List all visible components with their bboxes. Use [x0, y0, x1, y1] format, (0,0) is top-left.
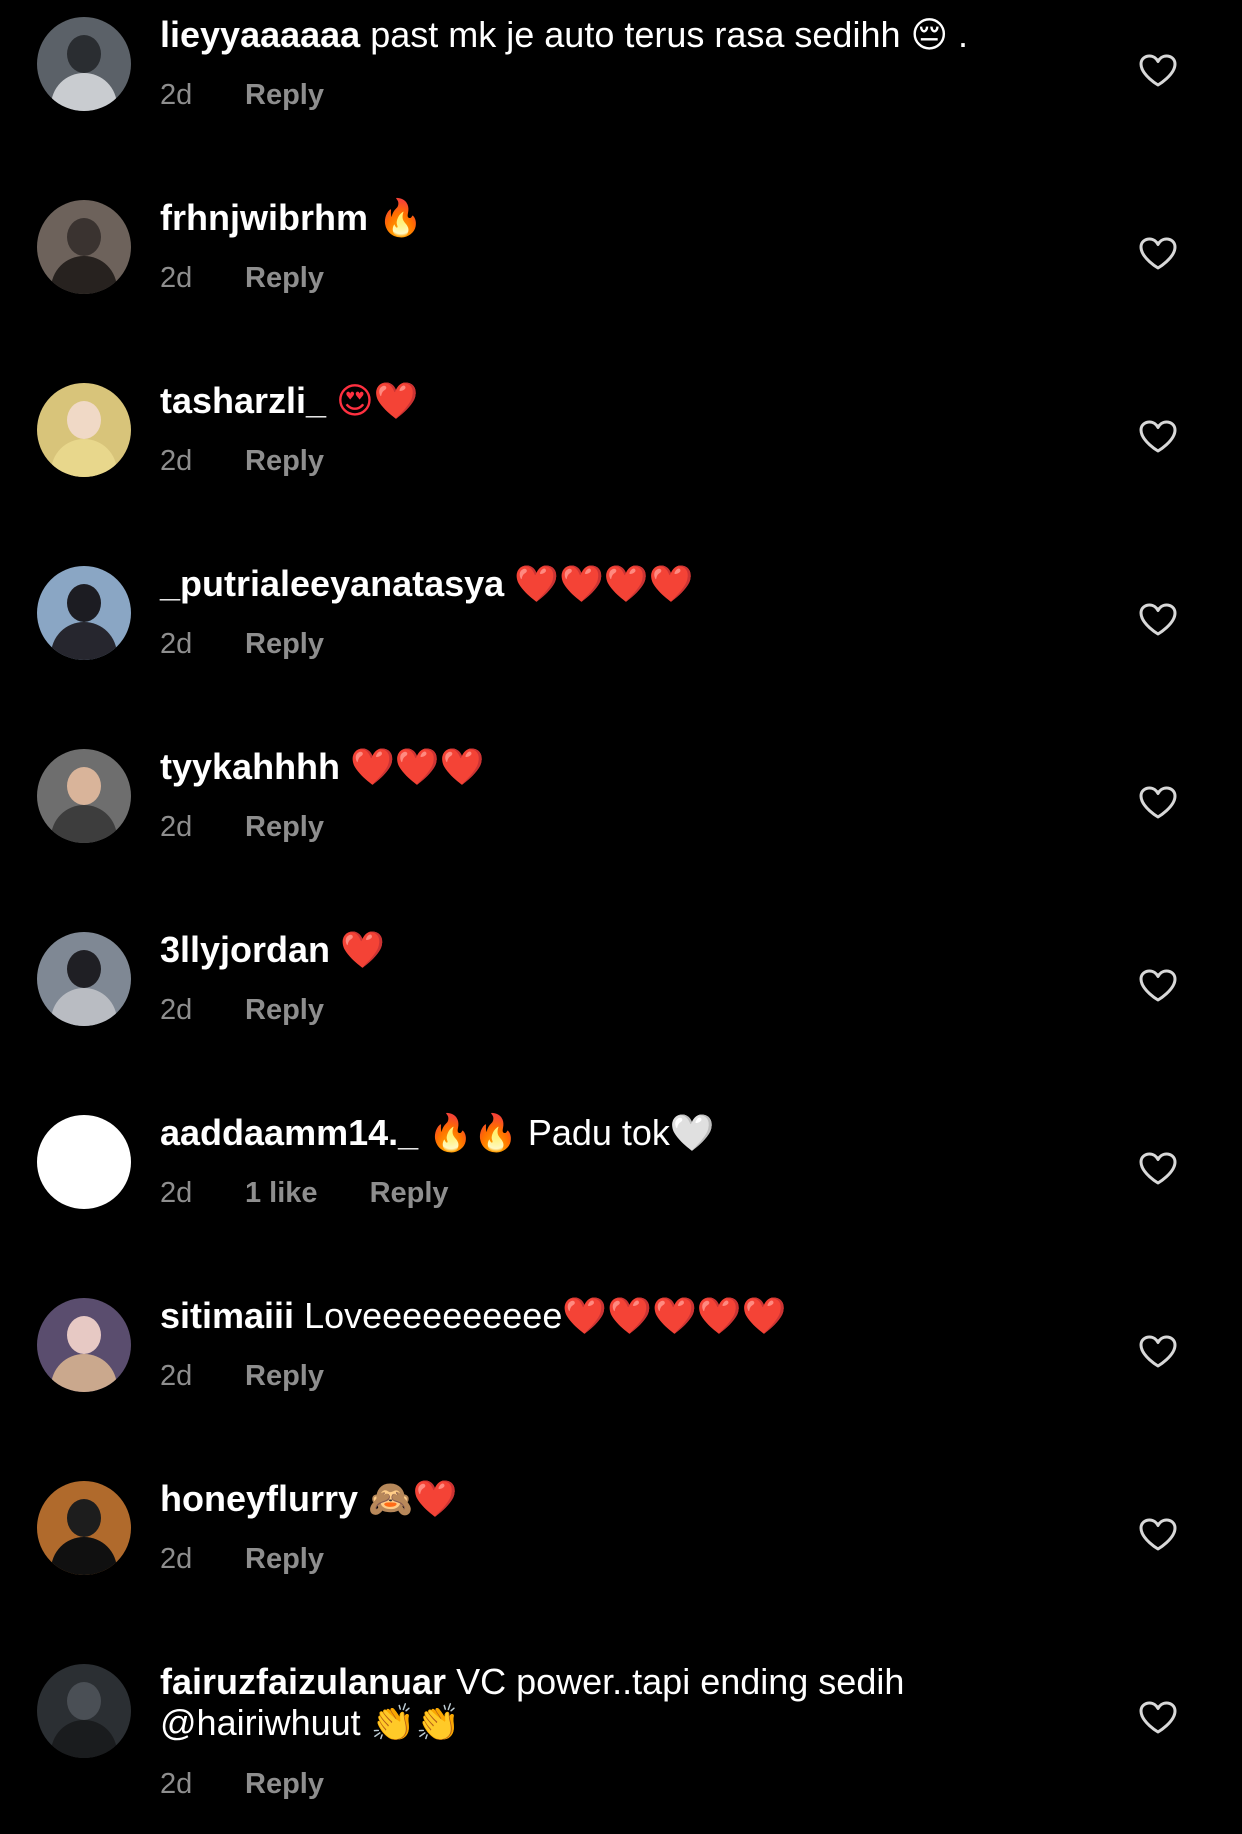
heart-icon[interactable] [1139, 237, 1177, 271]
comment-username[interactable]: lieyyaaaaaa [160, 14, 360, 55]
reply-button[interactable]: Reply [245, 1360, 324, 1392]
comment-text: ❤️ [340, 930, 385, 971]
avatar[interactable] [37, 200, 131, 294]
heart-icon[interactable] [1139, 969, 1177, 1003]
heart-icon[interactable] [1139, 1701, 1177, 1735]
comment-time: 2d [160, 1177, 193, 1209]
comment-meta: 2d Reply [160, 444, 324, 478]
comment-time: 2d [160, 811, 193, 843]
comment-meta: 2d Reply [160, 261, 324, 295]
avatar[interactable] [37, 1115, 131, 1209]
comment-text: 😍❤️ [336, 381, 419, 422]
comment-text-line: tasharzli_ 😍❤️ [160, 380, 1080, 423]
comment-username[interactable]: frhnjwibrhm [160, 197, 368, 238]
comment-username[interactable]: sitimaiii [160, 1295, 294, 1336]
avatar[interactable] [37, 1664, 131, 1758]
comment-text-line: 3llyjordan ❤️ [160, 929, 1080, 972]
reply-button[interactable]: Reply [370, 1177, 449, 1209]
comment-username[interactable]: fairuzfaizulanuar [160, 1661, 446, 1702]
reply-button[interactable]: Reply [245, 811, 324, 843]
avatar[interactable] [37, 749, 131, 843]
avatar[interactable] [37, 932, 131, 1026]
comment-time: 2d [160, 628, 193, 660]
comment-text-line: frhnjwibrhm 🔥 [160, 197, 1080, 240]
comment-meta: 2d Reply [160, 1359, 324, 1393]
comment-username[interactable]: 3llyjordan [160, 929, 330, 970]
heart-icon[interactable] [1139, 420, 1177, 454]
avatar[interactable] [37, 383, 131, 477]
comment-text: ❤️❤️❤️ [350, 747, 485, 788]
comment-text: 🔥🔥 Padu tok🤍 [428, 1112, 715, 1153]
heart-icon[interactable] [1139, 1152, 1177, 1186]
comment-text-line: aaddaamm14._ 🔥🔥 Padu tok🤍 [160, 1112, 1080, 1154]
comment-time: 2d [160, 994, 193, 1026]
comment-text-line: _putrialeeyanatasya ❤️❤️❤️❤️ [160, 563, 1080, 606]
comment-meta: 2d Reply [160, 993, 324, 1027]
comment-time: 2d [160, 1543, 193, 1575]
comment-meta: 2d 1 like Reply [160, 1176, 449, 1210]
comment-username[interactable]: aaddaamm14._ [160, 1112, 418, 1153]
avatar[interactable] [37, 566, 131, 660]
reply-button[interactable]: Reply [245, 628, 324, 660]
comment-username[interactable]: honeyflurry [160, 1478, 358, 1519]
comment-username[interactable]: tasharzli_ [160, 380, 326, 421]
comment-text-line: fairuzfaizulanuar VC power..tapi ending … [160, 1661, 1080, 1703]
reply-button[interactable]: Reply [245, 1768, 324, 1800]
avatar[interactable] [37, 1481, 131, 1575]
comment-meta: 2d Reply [160, 1542, 324, 1576]
comment-username[interactable]: tyykahhhh [160, 746, 340, 787]
comment-time: 2d [160, 262, 193, 294]
heart-icon[interactable] [1139, 603, 1177, 637]
comment-text-line: sitimaiii Loveeeeeeeeee❤️❤️❤️❤️❤️ [160, 1295, 1080, 1337]
comment-text: 🙈❤️ [368, 1479, 458, 1520]
reply-button[interactable]: Reply [245, 1543, 324, 1575]
comment-text-line: tyykahhhh ❤️❤️❤️ [160, 746, 1080, 789]
heart-icon[interactable] [1139, 1335, 1177, 1369]
reply-button[interactable]: Reply [245, 262, 324, 294]
reply-button[interactable]: Reply [245, 79, 324, 111]
comment-text: Loveeeeeeeeee❤️❤️❤️❤️❤️ [304, 1295, 787, 1336]
comment-time: 2d [160, 79, 193, 111]
comment-like-count[interactable]: 1 like [245, 1176, 318, 1210]
heart-icon[interactable] [1139, 54, 1177, 88]
comment-text-line-2: @hairiwhuut 👏👏 [160, 1702, 1080, 1744]
comment-text: past mk je auto terus rasa sedihh 😔 . [370, 14, 969, 55]
comment-time: 2d [160, 445, 193, 477]
comment-time: 2d [160, 1768, 193, 1800]
comment-text: 🔥 [378, 198, 423, 239]
comment-text: ❤️❤️❤️❤️ [514, 564, 694, 605]
comment-meta: 2d Reply [160, 78, 324, 112]
comment-text-line: honeyflurry 🙈❤️ [160, 1478, 1080, 1521]
comment-text: VC power..tapi ending sedih [456, 1661, 905, 1702]
reply-button[interactable]: Reply [245, 445, 324, 477]
avatar[interactable] [37, 17, 131, 111]
comment-username[interactable]: _putrialeeyanatasya [160, 563, 504, 604]
comment-meta: 2d Reply [160, 810, 324, 844]
heart-icon[interactable] [1139, 786, 1177, 820]
avatar[interactable] [37, 1298, 131, 1392]
comment-meta: 2d Reply [160, 627, 324, 661]
comment-text-line: lieyyaaaaaa past mk je auto terus rasa s… [160, 14, 1080, 56]
reply-button[interactable]: Reply [245, 994, 324, 1026]
comment-mention-text[interactable]: @hairiwhuut 👏👏 [160, 1702, 460, 1743]
comment-meta: 2d Reply [160, 1767, 324, 1801]
comment-time: 2d [160, 1360, 193, 1392]
heart-icon[interactable] [1139, 1518, 1177, 1552]
